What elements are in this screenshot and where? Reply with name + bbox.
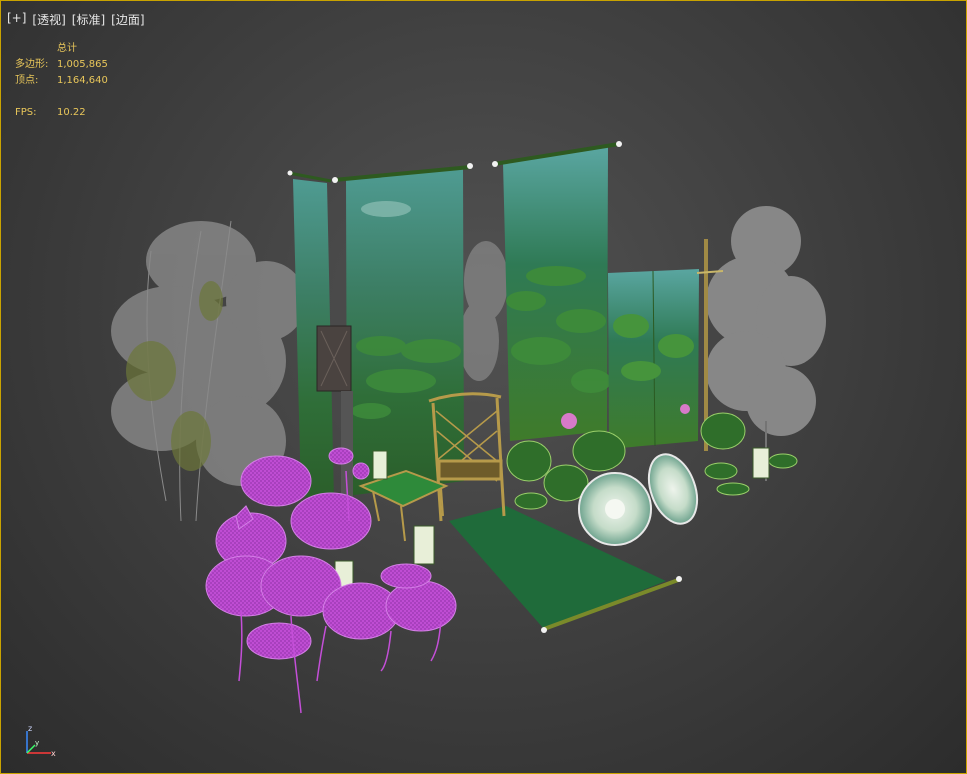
statistics-overlay: 总计 多边形: 1,005,865 顶点: 1,164,640 FPS: 10.…: [15, 41, 108, 121]
banner-right-small[interactable]: [608, 269, 699, 449]
banner-right-main[interactable]: [492, 141, 622, 441]
banner-left-main[interactable]: [332, 163, 473, 496]
axis-gizmo: z x y: [26, 724, 56, 758]
vertices-label: 顶点:: [15, 75, 39, 86]
stats-polygons-row: 多边形: 1,005,865: [15, 57, 108, 73]
paper-umbrella-1[interactable]: [578, 472, 652, 546]
scene-render[interactable]: [1, 1, 966, 773]
viewport-menu-plus[interactable]: [+]: [7, 11, 26, 28]
stats-vertices-row: 顶点: 1,164,640: [15, 73, 108, 89]
perspective-viewport[interactable]: [+] [透视] [标准] [边面] 总计 多边形: 1,005,865 顶点:…: [0, 0, 967, 774]
polygons-value: 1,005,865: [57, 59, 108, 70]
stats-fps-row: FPS: 10.22: [15, 105, 108, 121]
vertices-value: 1,164,640: [57, 75, 108, 86]
stats-total-label: 总计: [57, 43, 77, 54]
axis-y-line: [26, 744, 36, 754]
viewport-menu-perspective[interactable]: [透视]: [32, 11, 65, 28]
axis-z-label: z: [28, 724, 32, 733]
viewport-labels: [+] [透视] [标准] [边面]: [7, 11, 145, 28]
fps-value: 10.22: [57, 107, 86, 118]
axis-y-label: y: [35, 739, 39, 747]
viewport-menu-edged-faces[interactable]: [边面]: [111, 11, 144, 28]
polygons-label: 多边形:: [15, 59, 49, 70]
fps-label: FPS:: [15, 107, 37, 118]
viewport-menu-standard[interactable]: [标准]: [72, 11, 105, 28]
axis-x-label: x: [51, 749, 56, 758]
bamboo-middle[interactable]: [459, 241, 508, 381]
